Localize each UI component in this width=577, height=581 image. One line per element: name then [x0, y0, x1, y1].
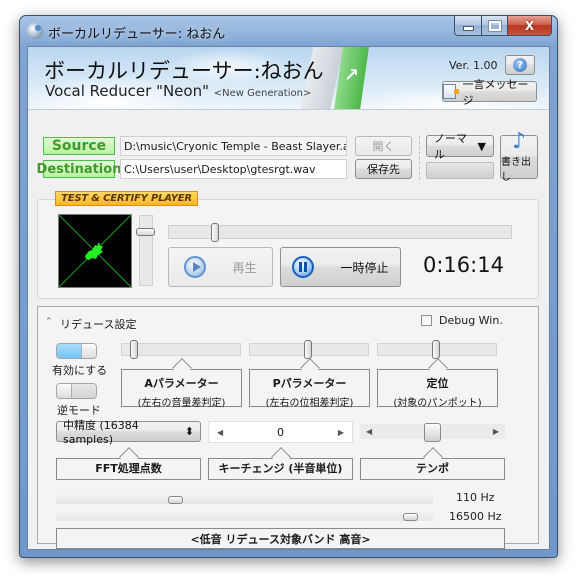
- band-low-value: 110 Hz: [456, 491, 495, 504]
- app-title-jp: ボーカルリデューサー:ねおん: [44, 59, 324, 83]
- pause-button[interactable]: 一時停止: [280, 247, 401, 287]
- p-parameter-callout: Pパラメーター (左右の位相差判定): [249, 369, 370, 409]
- band-low-thumb[interactable]: [168, 496, 183, 504]
- band-high-value: 16500 Hz: [449, 510, 502, 523]
- band-high-slider[interactable]: [56, 512, 433, 521]
- help-button[interactable]: ?: [505, 55, 535, 75]
- app-title-en: Vocal Reducer "Neon" <New Generation>: [45, 82, 311, 100]
- source-label: Source: [43, 137, 115, 155]
- maximize-icon: [488, 20, 501, 31]
- collapse-icon[interactable]: ⌃: [45, 317, 53, 327]
- title-bar[interactable]: ボーカルリデューサー: ねおん X: [20, 16, 557, 46]
- app-title-en-text: Vocal Reducer "Neon": [45, 82, 209, 100]
- key-change-caption: キーチェンジ (半音単位): [218, 462, 343, 475]
- p-parameter-subtitle: (左右の位相差判定): [265, 398, 354, 409]
- message-label: 一言メッセージ: [462, 77, 529, 107]
- volume-slider[interactable]: [139, 215, 153, 286]
- export-label: 書き出し: [501, 157, 531, 183]
- help-icon: ?: [513, 58, 527, 72]
- minimize-icon: [462, 25, 474, 31]
- pan-title: 定位: [426, 377, 449, 390]
- volume-slider-thumb[interactable]: [136, 228, 155, 236]
- pause-icon: [292, 256, 315, 278]
- p-parameter-title: Pパラメーター: [272, 377, 347, 390]
- fft-caption: FFT処理点数: [95, 462, 162, 475]
- key-change-value: 0: [277, 425, 284, 439]
- fft-callout: FFT処理点数: [56, 458, 201, 480]
- a-parameter-title: Aパラメーター: [144, 377, 219, 390]
- app-subtitle: <New Generation>: [213, 88, 312, 99]
- tempo-right-arrow-icon[interactable]: ▶: [493, 427, 499, 436]
- increment-arrow-icon[interactable]: ▶: [338, 428, 344, 437]
- playback-time: 0:16:14: [423, 253, 504, 277]
- pause-label: 一時停止: [340, 260, 389, 275]
- reverse-mode-label: 逆モード: [57, 404, 101, 417]
- export-progress-bar: [426, 162, 494, 179]
- mode-select[interactable]: ノーマル ▼: [426, 132, 494, 161]
- p-parameter-thumb[interactable]: [304, 340, 312, 359]
- enable-toggle[interactable]: [56, 343, 97, 359]
- message-icon: [443, 84, 461, 99]
- tempo-callout: テンポ: [360, 458, 505, 480]
- decrement-arrow-icon[interactable]: ◀: [217, 428, 223, 437]
- seek-slider-thumb[interactable]: [211, 223, 219, 242]
- export-button[interactable]: ♪ 書き出し: [500, 131, 538, 183]
- banner: ↗ ボーカルリデューサー:ねおん Vocal Reducer "Neon" <N…: [28, 47, 549, 110]
- caption-buttons: X: [454, 16, 552, 36]
- debug-label[interactable]: Debug Win.: [439, 314, 503, 327]
- updown-icon: ⬍: [184, 425, 194, 438]
- music-note-icon: ♪: [511, 129, 527, 154]
- reduce-settings-title: リデュース設定: [60, 318, 137, 331]
- stereo-scope: [58, 214, 132, 288]
- mode-value: ノーマル: [434, 132, 467, 161]
- source-path-field[interactable]: D:\music\Cryonic Temple - Beast Slayer.a…: [120, 136, 347, 156]
- play-button[interactable]: 再生: [168, 247, 273, 287]
- fft-size-value: 中精度 (16384 samples): [63, 419, 139, 446]
- tempo-slider-thumb[interactable]: [424, 423, 441, 442]
- destination-path-field[interactable]: C:\Users\user\Desktop\gtesrgt.wav: [120, 159, 347, 179]
- app-icon[interactable]: [27, 23, 43, 39]
- tempo-left-arrow-icon[interactable]: ◀: [366, 427, 372, 436]
- band-low-slider[interactable]: [56, 495, 433, 504]
- open-button[interactable]: 開く: [355, 136, 412, 156]
- debug-checkbox[interactable]: [421, 315, 432, 326]
- play-label: 再生: [232, 260, 257, 275]
- reduce-band-label: <低音 リデュース対象バンド 高音>: [56, 528, 505, 549]
- banner-arrow-icon: ↗: [344, 65, 360, 86]
- a-parameter-subtitle: (左右の音量差判定): [137, 398, 226, 409]
- minimize-button[interactable]: [454, 16, 482, 36]
- client-area: ↗ ボーカルリデューサー:ねおん Vocal Reducer "Neon" <N…: [27, 46, 550, 550]
- separator: [419, 136, 420, 180]
- version-label: Ver. 1.00: [449, 59, 498, 72]
- a-parameter-thumb[interactable]: [130, 340, 138, 359]
- close-icon: X: [524, 18, 535, 33]
- close-button[interactable]: X: [508, 16, 552, 36]
- save-to-button[interactable]: 保存先: [355, 159, 412, 179]
- key-change-stepper[interactable]: ◀ 0 ▶: [208, 421, 353, 443]
- player-tag: TEST & CERTIFY PLAYER: [55, 191, 198, 206]
- maximize-button[interactable]: [482, 16, 508, 36]
- a-parameter-callout: Aパラメーター (左右の音量差判定): [121, 369, 242, 409]
- chevron-down-icon: ▼: [477, 139, 486, 153]
- message-button[interactable]: 一言メッセージ: [442, 78, 537, 107]
- reverse-mode-toggle[interactable]: [56, 383, 97, 399]
- fft-size-select[interactable]: 中精度 (16384 samples) ⬍: [56, 419, 201, 446]
- pan-slider-thumb[interactable]: [432, 340, 440, 359]
- key-change-callout: キーチェンジ (半音単位): [208, 458, 353, 480]
- band-high-thumb[interactable]: [403, 513, 418, 521]
- window-title: ボーカルリデューサー: ねおん: [48, 27, 226, 42]
- scope-signal: [85, 242, 103, 260]
- seek-slider[interactable]: [168, 225, 512, 239]
- destination-label: Destination: [36, 160, 122, 178]
- play-icon: [184, 256, 207, 278]
- a-parameter-slider[interactable]: [121, 343, 241, 356]
- tempo-caption: テンポ: [416, 462, 449, 475]
- pan-subtitle: (対象のパンポット): [393, 398, 482, 409]
- pan-callout: 定位 (対象のパンポット): [377, 369, 498, 409]
- enable-label: 有効にする: [52, 364, 108, 377]
- app-window: ボーカルリデューサー: ねおん X ↗ ボーカルリデューサー:ねおん Vocal…: [19, 15, 558, 558]
